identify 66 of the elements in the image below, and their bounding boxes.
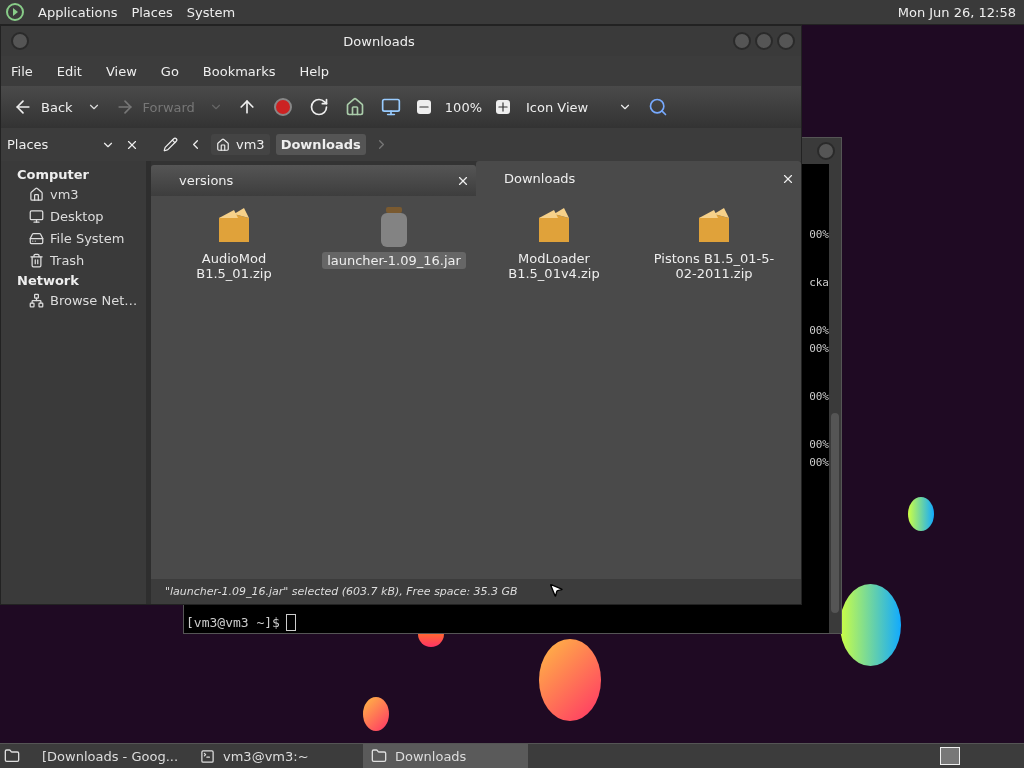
home-icon — [216, 137, 230, 152]
zoom-out-button[interactable] — [414, 98, 433, 116]
menu-item[interactable]: View — [105, 63, 137, 79]
terminal-prompt: [vm3@vm3 ~]$ — [186, 615, 280, 630]
scrollbar[interactable] — [829, 164, 841, 633]
back-button[interactable]: Back — [11, 95, 75, 119]
terminal-line: cka — [809, 275, 829, 291]
tab[interactable]: versions — [151, 165, 476, 196]
menu-item[interactable]: Edit — [56, 63, 82, 79]
zoom-level: 100% — [444, 99, 482, 115]
panel-menu[interactable]: Applications — [38, 4, 118, 20]
taskbar-button[interactable]: Downloads — [363, 744, 528, 768]
terminal-line: 00% — [809, 227, 829, 243]
sidebar-label: File System — [50, 231, 125, 246]
pane-selector[interactable]: Places — [5, 137, 117, 152]
sidebar-label: Browse Net… — [50, 293, 138, 308]
tab[interactable]: Downloads — [476, 161, 801, 196]
text-cursor — [285, 614, 296, 631]
menu-item[interactable]: Go — [160, 63, 179, 79]
terminal-line: 00% — [809, 323, 829, 339]
taskbar-button[interactable]: [Downloads - Goog... — [26, 744, 186, 768]
terminal-line: 00% — [809, 341, 829, 357]
home-icon — [29, 187, 44, 202]
view-mode-dropdown[interactable]: Icon View — [524, 97, 634, 117]
status-text: "launcher-1.09_16.jar" selected (603.7 kB), Free space: 35.3 GB — [151, 579, 801, 604]
sidebar-heading: Computer — [17, 167, 91, 182]
edit-location-button[interactable] — [161, 135, 180, 154]
drive-icon — [29, 231, 44, 246]
trash-icon — [29, 253, 44, 268]
sidebar-label: Desktop — [50, 209, 104, 224]
terminal-line: 00% — [809, 455, 829, 471]
path-button[interactable]: Downloads — [275, 134, 366, 155]
desktop-icon — [29, 209, 44, 224]
workspace-switcher[interactable] — [940, 747, 960, 765]
menu-item[interactable]: Bookmarks — [202, 63, 276, 79]
sidebar-item[interactable]: Desktop — [19, 207, 146, 226]
sidebar-item[interactable]: Trash — [19, 251, 146, 270]
terminal-line: 00% — [809, 389, 829, 405]
terminal-icon — [200, 748, 215, 764]
menu-item[interactable]: File — [11, 63, 33, 79]
sidebar-item[interactable]: Browse Net… — [19, 291, 146, 310]
show-desktop-icon[interactable] — [4, 748, 20, 764]
sidebar-heading: Network — [17, 273, 80, 288]
sidebar-item[interactable]: vm3 — [19, 185, 146, 204]
sidebar-label: vm3 — [50, 187, 79, 202]
sidebar-item[interactable]: File System — [19, 229, 146, 248]
logo-icon[interactable] — [6, 3, 24, 21]
wallpaper-bubble — [363, 697, 389, 731]
menu-item[interactable]: Help — [299, 63, 330, 79]
zoom-in-button[interactable] — [494, 98, 512, 116]
file-name[interactable]: AudioMod B1.5_01.zip — [159, 250, 309, 282]
path-button[interactable]: vm3 — [211, 134, 270, 155]
mouse-pointer-icon — [548, 582, 564, 598]
window-title: Downloads — [342, 33, 416, 49]
network-icon — [29, 293, 44, 308]
wallpaper-bubble — [908, 497, 934, 531]
terminal-line: 00% — [809, 437, 829, 453]
panel-menu[interactable]: Places — [131, 4, 173, 20]
file-name[interactable]: Pistons B1.5_01-5-02-2011.zip — [639, 250, 789, 282]
file-name[interactable]: launcher-1.09_16.jar — [322, 252, 466, 269]
file-name[interactable]: ModLoader B1.5_01v4.zip — [479, 250, 629, 282]
taskbar-button[interactable]: vm3@vm3:~ — [192, 744, 357, 768]
panel-menu[interactable]: System — [186, 4, 236, 20]
folder-icon — [371, 748, 387, 764]
clock[interactable]: Mon Jun 26, 12:58 — [897, 4, 1018, 20]
sidebar-label: Trash — [50, 253, 85, 268]
